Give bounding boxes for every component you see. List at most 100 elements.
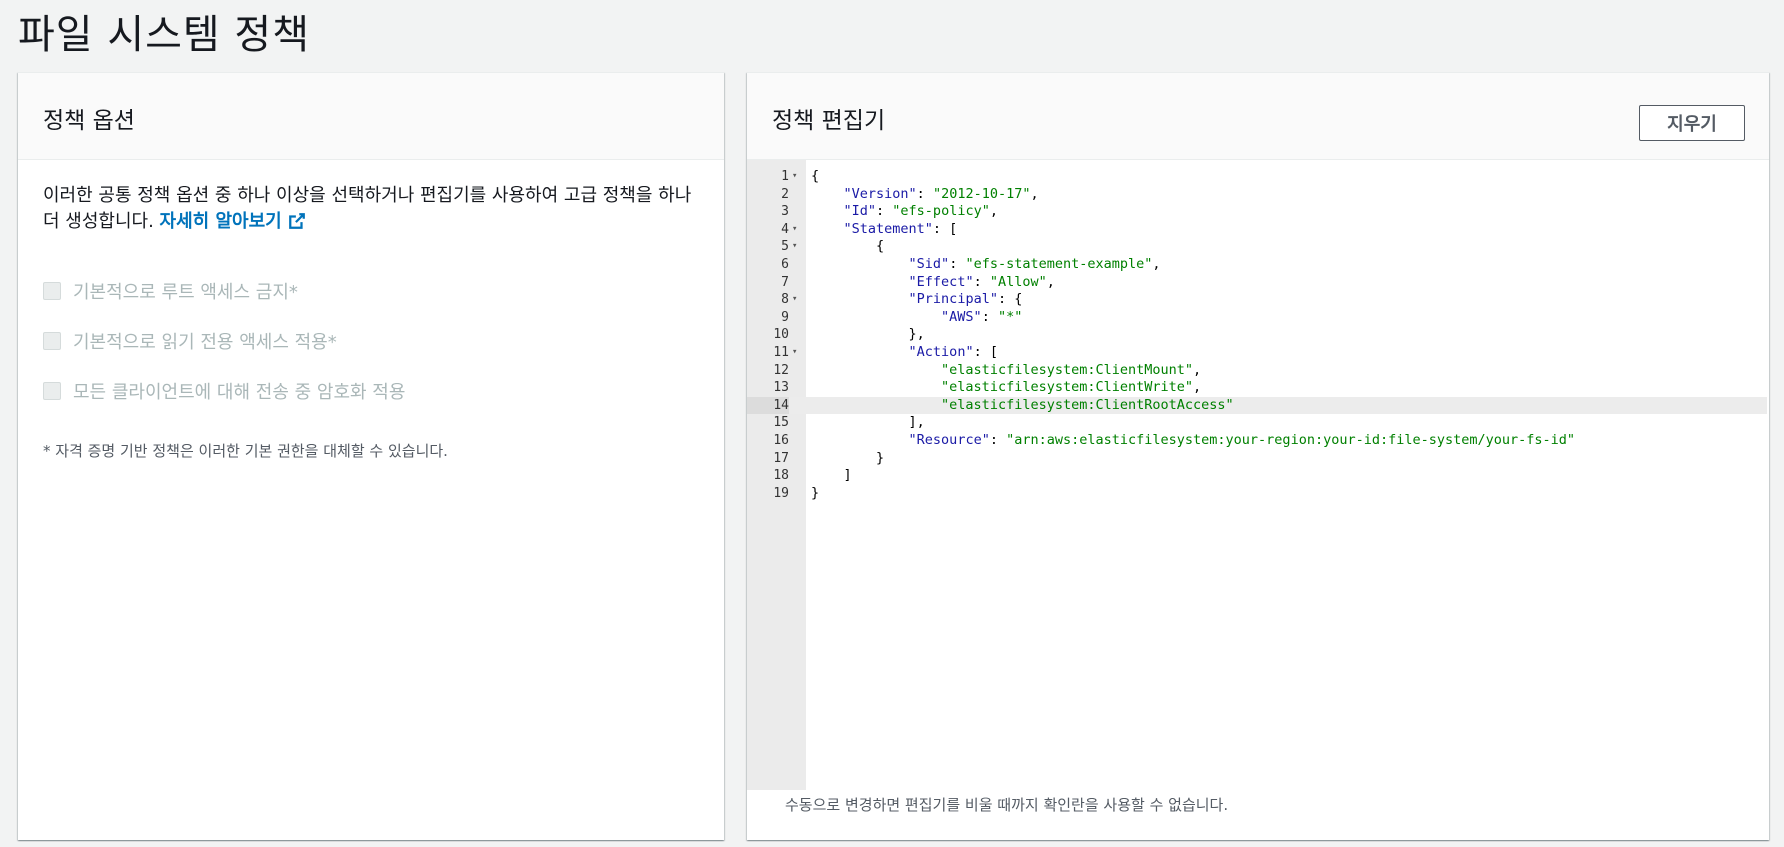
json-punctuation: ], — [811, 414, 925, 431]
json-string: "efs-policy" — [892, 203, 990, 220]
code-line[interactable]: 5 ▾ { — [747, 238, 1767, 256]
page-title: 파일 시스템 정책 — [18, 12, 311, 58]
line-number: 5 — [781, 239, 789, 255]
code-line[interactable]: 16 "Resource": "arn:aws:elasticfilesyste… — [747, 432, 1767, 450]
json-punctuation: : [ — [973, 343, 998, 360]
encryption-in-transit-checkbox[interactable] — [43, 382, 61, 400]
json-code-editor[interactable]: 1 ▾{2 "Version": "2012-10-17", 3 "Id": "ef… — [747, 160, 1767, 790]
code-lines[interactable]: 1 ▾{2 "Version": "2012-10-17", 3 "Id": "ef… — [747, 168, 1767, 502]
json-string: "*" — [997, 308, 1023, 325]
json-string: "arn:aws:elasticfilesystem:your-region:y… — [1006, 431, 1576, 448]
code-line[interactable]: 19} — [747, 485, 1767, 503]
description-text: 이러한 공통 정책 옵션 중 하나 이상을 선택하거나 편집기를 사용하여 고급… — [43, 185, 692, 232]
json-punctuation: , — [1030, 185, 1039, 202]
code-line[interactable]: 9 "AWS": "*" — [747, 309, 1767, 327]
option-read-only-access[interactable]: 기본적으로 읽기 전용 액세스 적용* — [43, 316, 699, 366]
json-punctuation — [811, 274, 909, 290]
line-number: 15 — [773, 415, 789, 431]
option-label: 기본적으로 읽기 전용 액세스 적용* — [73, 332, 337, 353]
fold-toggle-icon[interactable]: ▾ — [792, 221, 802, 239]
json-punctuation: , — [1193, 379, 1202, 396]
prevent-root-access-checkbox[interactable] — [43, 282, 61, 300]
policy-options-header: 정책 옵션 — [18, 73, 724, 160]
json-string: "elasticfilesystem:ClientMount" — [941, 361, 1194, 378]
line-number: 17 — [773, 450, 789, 466]
code-line[interactable]: 3 "Id": "efs-policy", — [747, 203, 1767, 221]
option-encryption-in-transit[interactable]: 모든 클라이언트에 대해 전송 중 암호화 적용 — [43, 366, 699, 416]
line-number: 9 — [781, 309, 789, 325]
json-key: "Id" — [843, 203, 877, 220]
fold-toggle-icon[interactable]: ▾ — [792, 344, 802, 362]
json-punctuation: { — [811, 168, 820, 184]
learn-more-link[interactable]: 자세히 알아보기 — [160, 211, 306, 232]
policy-editor-panel: 정책 편집기 지우기 1 ▾{2 "Version": "2012-10-17",… — [747, 72, 1769, 840]
json-punctuation: : — [973, 273, 990, 290]
code-text: { — [811, 238, 884, 256]
option-prevent-root-access[interactable]: 기본적으로 루트 액세스 금지* — [43, 266, 699, 316]
options-footnote: * 자격 증명 기반 정책은 이러한 기본 권한을 대체할 수 있습니다. — [43, 442, 448, 460]
code-line[interactable]: 18 ] — [747, 467, 1767, 485]
json-punctuation — [811, 203, 844, 219]
line-number: 16 — [773, 432, 789, 448]
json-punctuation — [811, 186, 844, 202]
code-line[interactable]: 8 ▾ "Principal": { — [747, 291, 1767, 309]
code-line[interactable]: 2 "Version": "2012-10-17", — [747, 186, 1767, 204]
json-key: "Resource" — [908, 431, 990, 448]
code-line[interactable]: 17 } — [747, 450, 1767, 468]
json-punctuation: , — [1152, 255, 1161, 272]
code-line[interactable]: 7 "Effect": "Allow", — [747, 274, 1767, 292]
read-only-access-checkbox[interactable] — [43, 332, 61, 350]
code-line[interactable]: 6 "Sid": "efs-statement-example", — [747, 256, 1767, 274]
policy-options-description: 이러한 공통 정책 옵션 중 하나 이상을 선택하거나 편집기를 사용하여 고급… — [43, 183, 703, 238]
code-line[interactable]: 10 }, — [747, 326, 1767, 344]
json-punctuation — [811, 379, 941, 395]
line-number: 3 — [781, 204, 789, 220]
line-number: 19 — [773, 485, 789, 501]
fold-toggle-icon[interactable]: ▾ — [792, 291, 802, 309]
code-text: "elasticfilesystem:ClientRootAccess" — [811, 397, 1234, 415]
code-text: "elasticfilesystem:ClientMount", — [811, 362, 1201, 380]
line-number: 8 — [781, 292, 789, 308]
json-punctuation — [811, 344, 909, 360]
code-text: "AWS": "*" — [811, 309, 1022, 327]
json-punctuation — [811, 291, 909, 307]
json-key: "AWS" — [941, 308, 982, 325]
json-punctuation — [811, 432, 909, 448]
code-text: "Principal": { — [811, 291, 1023, 309]
json-key: "Principal" — [908, 291, 998, 308]
json-punctuation: } — [811, 484, 820, 501]
json-punctuation: }, — [811, 326, 925, 343]
json-punctuation: : — [949, 255, 966, 272]
code-line[interactable]: 1 ▾ { — [747, 168, 1767, 186]
line-number: 14 — [747, 396, 789, 415]
policy-editor-title: 정책 편집기 — [772, 108, 886, 134]
code-line[interactable]: 12 "elasticfilesystem:ClientMount", — [747, 362, 1767, 380]
line-number: 4 — [781, 221, 789, 237]
code-line[interactable]: 15 ], — [747, 414, 1767, 432]
json-punctuation: : — [916, 185, 933, 202]
json-punctuation: : — [989, 431, 1007, 448]
code-text: "Action": [ — [811, 344, 998, 362]
code-text: ] — [811, 467, 852, 485]
code-text: "elasticfilesystem:ClientWrite", — [811, 379, 1201, 397]
json-punctuation: , — [1193, 361, 1202, 378]
json-punctuation — [811, 397, 941, 413]
code-line[interactable]: 11 ▾ "Action": [ — [747, 344, 1767, 362]
policy-options-body: 이러한 공통 정책 옵션 중 하나 이상을 선택하거나 편집기를 사용하여 고급… — [18, 160, 724, 461]
code-text: "Statement": [ — [811, 221, 958, 239]
line-number: 7 — [781, 274, 789, 290]
json-string: "elasticfilesystem:ClientRootAccess" — [941, 396, 1234, 413]
policy-editor-header: 정책 편집기 지우기 — [747, 73, 1769, 160]
fold-toggle-icon[interactable]: ▾ — [792, 168, 802, 186]
code-line[interactable]: 4 ▾ "Statement": [ — [747, 221, 1767, 239]
code-text: } — [811, 450, 884, 468]
fold-toggle-icon[interactable]: ▾ — [792, 238, 802, 256]
json-string: "2012-10-17" — [932, 185, 1031, 202]
code-line[interactable]: 13 "elasticfilesystem:ClientWrite", — [747, 379, 1767, 397]
policy-options-title: 정책 옵션 — [43, 108, 135, 134]
json-string: "elasticfilesystem:ClientWrite" — [941, 379, 1194, 396]
policy-options-panel: 정책 옵션 이러한 공통 정책 옵션 중 하나 이상을 선택하거나 편집기를 사… — [18, 72, 724, 840]
clear-button[interactable]: 지우기 — [1639, 105, 1745, 141]
code-line[interactable]: 14 "elasticfilesystem:ClientRootAccess" — [747, 396, 1767, 415]
learn-more-label: 자세히 알아보기 — [159, 211, 282, 232]
